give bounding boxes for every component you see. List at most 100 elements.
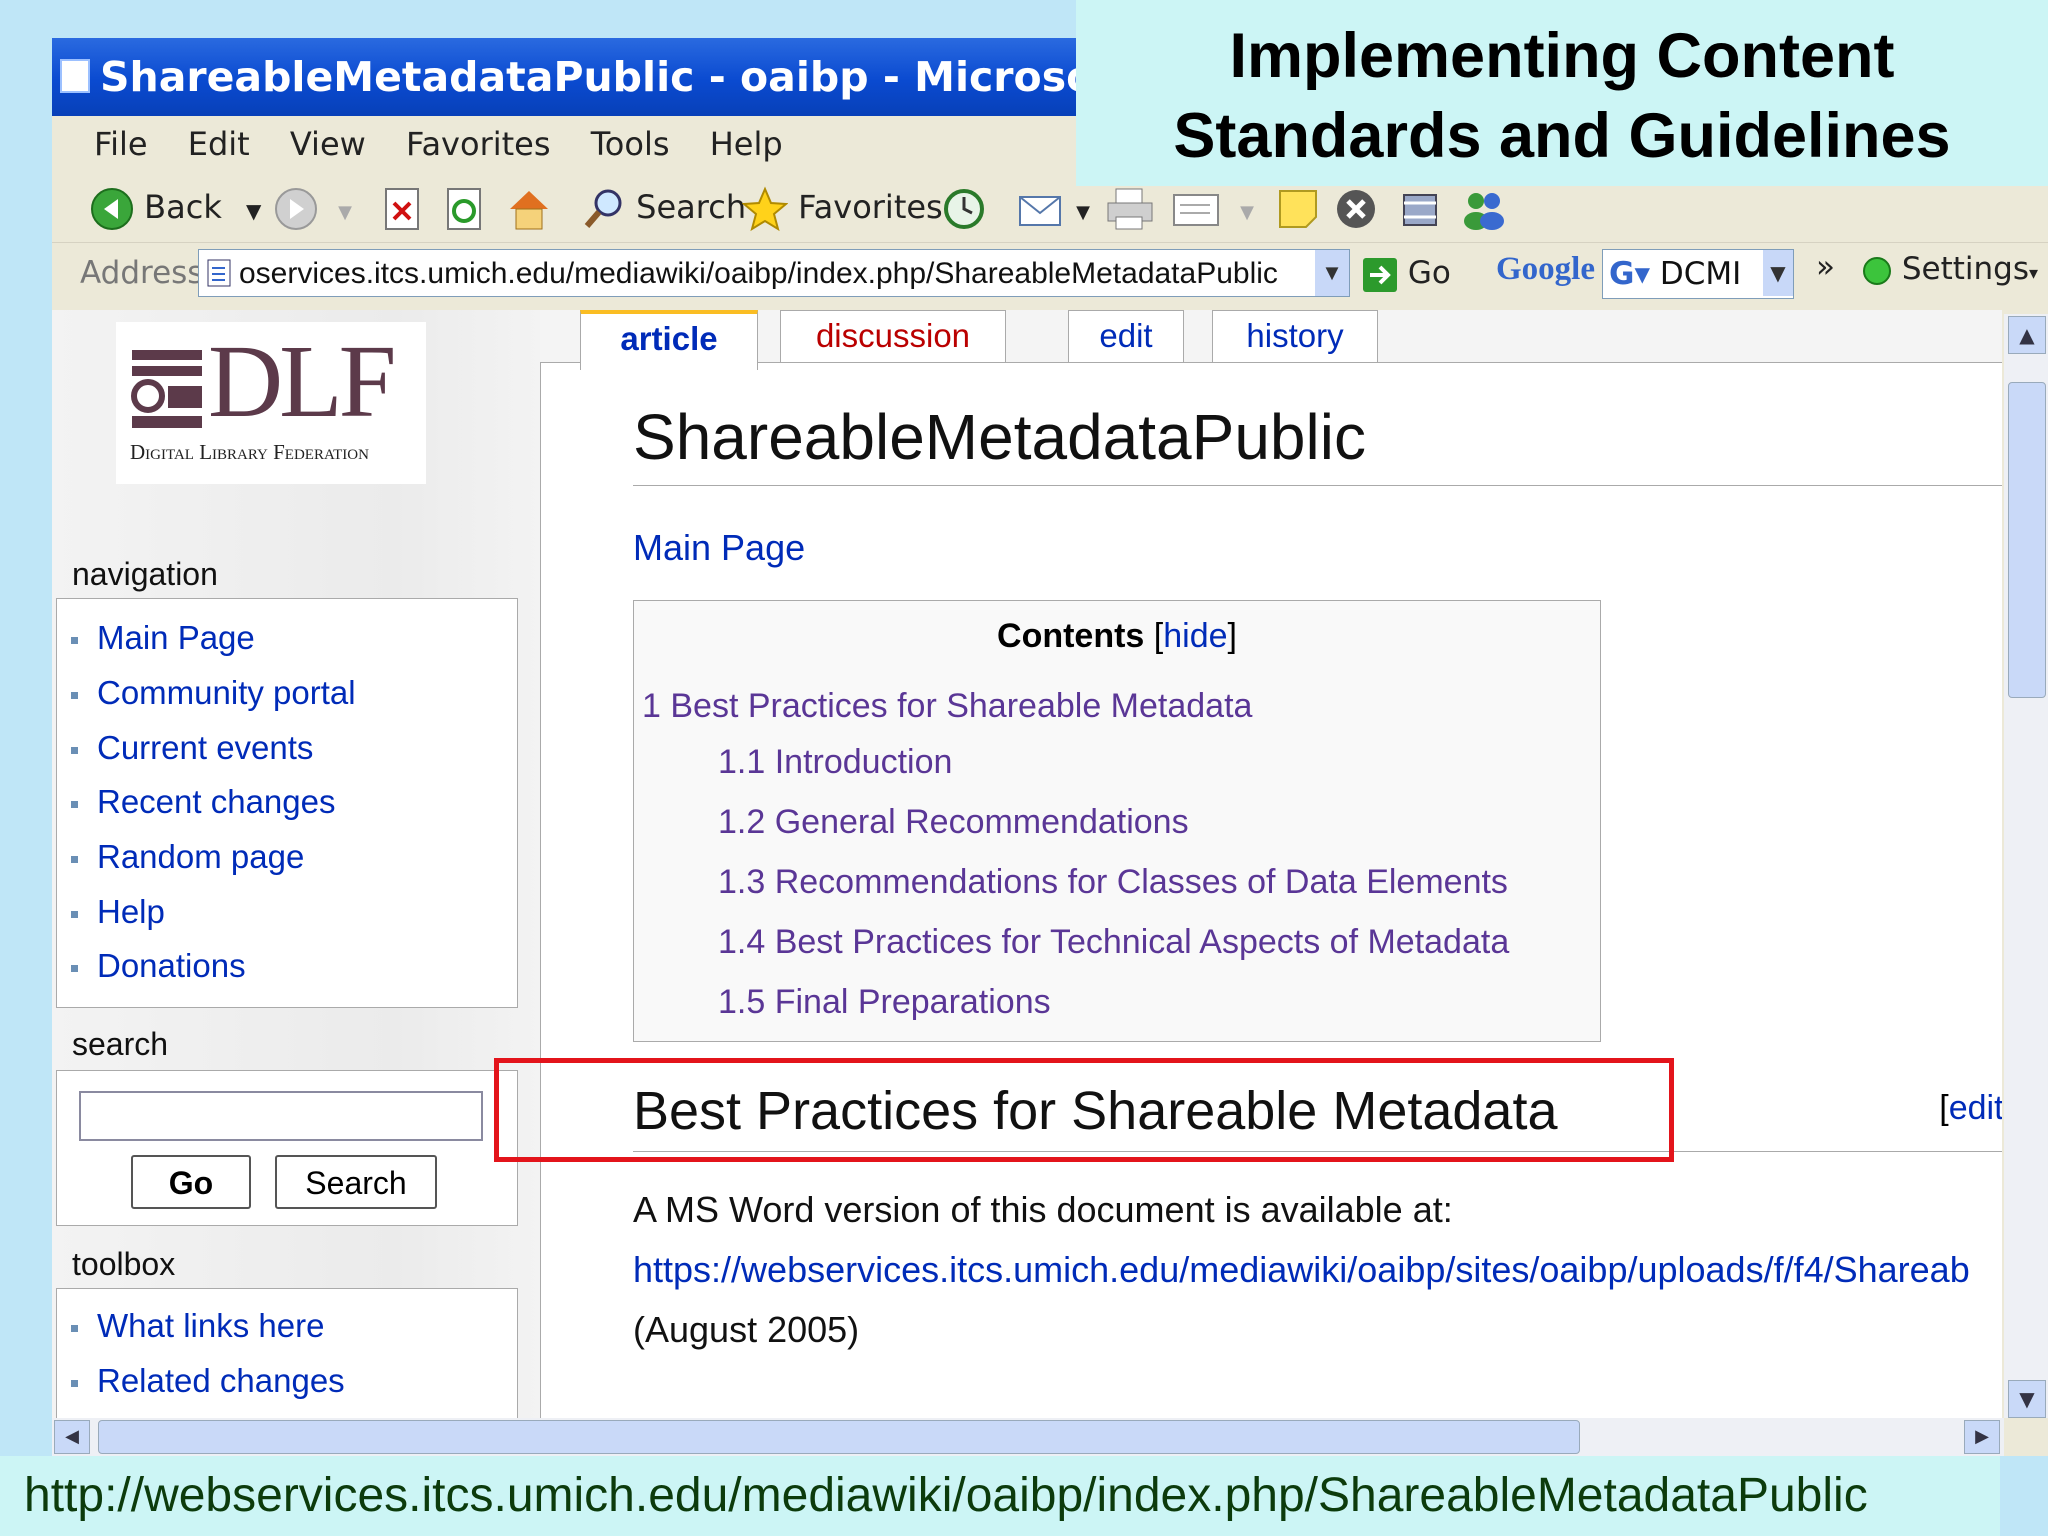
navigation-box: Main Page Community portal Current event… [56,598,518,1008]
close-tab-button[interactable] [1334,182,1378,232]
favorites-button[interactable]: Favorites [742,182,943,232]
menu-help[interactable]: Help [710,125,783,163]
back-button[interactable]: Back ▼ [90,182,261,232]
section-edit-link[interactable]: edit [1949,1089,2002,1127]
scroll-left-icon[interactable]: ◀ [54,1420,90,1454]
navigation-title: navigation [72,556,218,592]
menu-view[interactable]: View [290,125,366,163]
google-search-input[interactable]: G▾ DCMI ▼ [1602,249,1794,299]
highlight-box [494,1058,1674,1162]
window-titlebar: ShareableMetadataPublic - oaibp - Micros… [52,38,1112,116]
toc-hide-link[interactable]: hide [1163,617,1227,655]
stop-icon [385,188,419,230]
google-dropdown-icon[interactable]: ▼ [1763,250,1793,296]
edit-document-icon [1173,194,1219,226]
page-title: ShareableMetadataPublic [633,389,2002,486]
toolbox-what-links-here[interactable]: What links here [70,1307,324,1345]
toc-item-1-2[interactable]: 1.2 General Recommendations [718,803,1189,842]
window-title: ShareableMetadataPublic - oaibp - Micros… [100,53,1112,101]
address-bar: Address oservices.itcs.umich.edu/mediawi… [52,243,2048,307]
menu-favorites[interactable]: Favorites [406,125,551,163]
forward-button[interactable]: ▼ [274,182,352,232]
google-query: DCMI [1659,256,1742,292]
toc-item-1[interactable]: 1 Best Practices for Shareable Metadata [642,687,1252,726]
nav-random-page[interactable]: Random page [70,838,304,876]
vertical-scrollbar[interactable]: ▲ ▼ [2004,314,2048,1418]
scroll-down-icon[interactable]: ▼ [2008,1380,2046,1418]
address-dropdown-icon[interactable]: ▼ [1315,250,1349,296]
back-arrow-icon [91,188,133,230]
logo-main-text: DLF [208,324,396,439]
settings-label: Settings [1901,251,2030,287]
nav-current-events[interactable]: Current events [70,729,313,767]
print-button[interactable] [1106,182,1154,232]
search-full-button[interactable]: Search [275,1155,437,1209]
toolbar-more-icon[interactable]: » [1816,249,1835,285]
slide-footer-url: http://webservices.itcs.umich.edu/mediaw… [0,1456,2000,1536]
go-button[interactable]: Go [1362,249,1451,297]
tab-edit[interactable]: edit [1068,310,1184,363]
ie-page-icon [60,59,90,93]
back-dropdown-icon[interactable]: ▼ [246,199,261,223]
menu-edit[interactable]: Edit [188,125,250,163]
toolbox-title: toolbox [72,1246,176,1282]
address-input[interactable]: oservices.itcs.umich.edu/mediawiki/oaibp… [198,249,1350,297]
tab-history[interactable]: history [1212,310,1378,363]
history-button[interactable] [942,182,986,232]
nav-main-page[interactable]: Main Page [71,619,255,657]
search-go-button[interactable]: Go [131,1155,251,1209]
messenger-button[interactable] [1460,182,1506,232]
page-viewport: DLF Digital Library Federation navigatio… [52,310,2002,1418]
mail-dropdown-icon[interactable]: ▼ [1076,202,1090,223]
horizontal-scrollbar[interactable]: ◀ ▶ [52,1418,2004,1456]
toc-item-1-1[interactable]: 1.1 Introduction [718,743,952,782]
tab-discussion[interactable]: discussion [780,310,1006,363]
settings-button[interactable]: Settings▾ [1862,251,2038,287]
address-label: Address [80,255,204,291]
search-box: Go Search [56,1070,518,1226]
page-icon [207,259,231,287]
section-edit: [edit] [1939,1089,2002,1127]
mail-button[interactable]: ▼ [1018,182,1090,232]
address-url: oservices.itcs.umich.edu/mediawiki/oaibp… [239,257,1278,290]
scroll-right-icon[interactable]: ▶ [1964,1420,2000,1454]
toc-item-1-5[interactable]: 1.5 Final Preparations [718,983,1051,1022]
forward-arrow-icon [275,188,317,230]
body-date: (August 2005) [633,1309,860,1350]
body-text: A MS Word version of this document is av… [633,1189,1453,1230]
nav-donations[interactable]: Donations [71,947,246,985]
word-document-link[interactable]: https://webservices.itcs.umich.edu/media… [633,1249,1970,1291]
printer-icon [1107,188,1153,230]
toc-item-1-3[interactable]: 1.3 Recommendations for Classes of Data … [718,863,1508,902]
nav-help[interactable]: Help [71,893,165,931]
media-button[interactable] [1398,182,1442,232]
toolbox-related-changes[interactable]: Related changes [71,1362,345,1400]
stop-button[interactable] [382,182,422,232]
scroll-up-icon[interactable]: ▲ [2008,316,2046,354]
main-page-link[interactable]: Main Page [633,527,805,569]
sticky-note-icon [1279,190,1317,228]
edit-page-button[interactable]: ▼ [1172,182,1254,232]
menu-tools[interactable]: Tools [591,125,670,163]
refresh-button[interactable] [444,182,484,232]
refresh-icon [447,188,481,230]
wiki-search-input[interactable] [79,1091,483,1141]
search-button[interactable]: Search [582,182,746,232]
nav-community-portal[interactable]: Community portal [71,674,356,712]
go-label: Go [1407,255,1451,291]
home-button[interactable] [506,182,552,232]
nav-recent-changes[interactable]: Recent changes [71,783,336,821]
google-logo: Google [1496,251,1595,287]
notes-button[interactable] [1276,182,1320,232]
favorites-label: Favorites [798,188,943,226]
toc-item-1-4[interactable]: 1.4 Best Practices for Technical Aspects… [718,923,1509,962]
settings-dropdown-icon: ▾ [2029,263,2039,284]
back-label: Back [144,188,222,226]
menu-file[interactable]: File [94,125,148,163]
horizontal-scroll-thumb[interactable] [98,1420,1580,1454]
messenger-people-icon [1464,193,1504,230]
column-logo-icon [131,350,202,428]
tab-article[interactable]: article [580,310,758,370]
google-g-icon: G▾ [1609,256,1651,292]
vertical-scroll-thumb[interactable] [2008,382,2046,698]
